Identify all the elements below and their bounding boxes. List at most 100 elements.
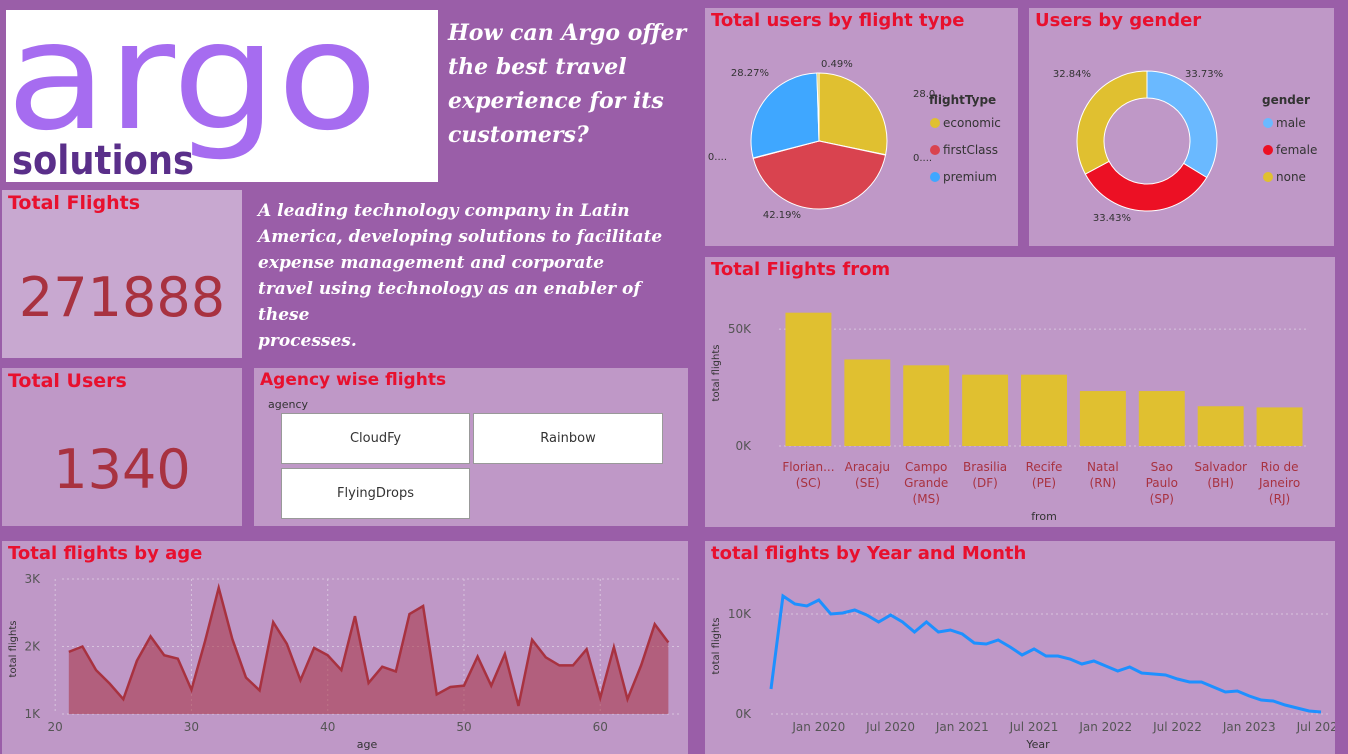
headline-question: How can Argo offer the best travel exper… [448,20,687,148]
x-tick-label: 40 [320,720,335,734]
agency-slicer-label: agency [268,398,309,411]
x-tick-label: Campo [905,460,947,474]
bar-7 [1197,406,1244,446]
legend-marker [1263,172,1273,182]
y-tick-label: 2K [24,640,41,654]
flights-by-age-area-chart: 1K 2K 3K 20 30 40 50 60 total flights age [8,572,682,751]
donut-slice-male [1146,70,1218,179]
x-tick-label: 20 [48,720,63,734]
legend-marker [930,145,940,155]
x-tick-label: Jul 2022 [1152,720,1202,734]
x-tick-label: Brasilia [963,460,1007,474]
x-tick-label: 50 [456,720,471,734]
x-tick-label: Recife [1026,460,1063,474]
x-tick-label: 60 [593,720,608,734]
x-tick-label: Jul 2020 [865,720,915,734]
flights-by-month-card: total flights by Year and Month 0K 10K Jan… [705,541,1335,754]
legend-marker [930,118,940,128]
donut-data-label: 33.73% [1185,69,1223,80]
x-tick-label: Jul 2021 [1009,720,1059,734]
flight-type-pie-chart: 28.0...0....42.19%0....28.27%0.49%flight… [708,59,1001,221]
gender-donut-card: Users by gender 33.73% 33.43% 32.84% gender… [1029,8,1334,246]
donut-slice-female [1084,160,1208,212]
x-tick-label: Aracaju [845,460,890,474]
legend-marker [1263,145,1273,155]
x-axis-label: Year [1025,738,1050,751]
legend-label: male [1276,116,1306,130]
series-line [769,593,1322,714]
y-tick-label: 0K [735,439,752,453]
pie-data-label: 0.... [708,152,727,163]
legend-marker [1263,118,1273,128]
legend-label: female [1276,143,1317,157]
x-tick-label: Salvador [1194,460,1247,474]
agency-slicer-card: Agency wise flights agency CloudFy Rainb… [254,368,688,526]
x-tick-label: Rio de [1261,460,1299,474]
total-users-card: Total Users 1340 [2,368,242,526]
donut-slice-none [1076,70,1148,175]
flights-by-age-card: Total flights by age 1K 2K 3K 20 30 40 50 60 tot… [2,541,688,754]
flights-from-bar-chart: 0K 50K total flights from Florian... (SC) Arac… [711,312,1309,523]
y-axis-label: total flights [8,621,19,678]
pie-data-label: 42.19% [763,210,801,221]
x-tick-label: (MS) [913,492,940,506]
x-tick-label: (PE) [1032,476,1056,490]
company-description: A leading technology company in Latin Am… [258,201,663,351]
x-tick-label: Florian... [782,460,834,474]
agency-option-rainbow[interactable]: Rainbow [473,413,663,464]
total-flights-card: Total Flights 271888 [2,190,242,358]
x-axis-label: age [357,738,378,751]
legend-marker [930,172,940,182]
flights-from-card: Total Flights from 0K 50K total flights fro… [705,257,1335,527]
bar-3 [962,374,1009,446]
bar-2 [903,365,950,446]
logo-text-solutions: solutions [12,138,194,182]
y-tick-label: 1K [24,707,41,721]
flight-type-pie-card: Total users by flight type 28.0... 0.... 4… [705,8,1018,246]
legend-label: premium [943,170,997,184]
y-tick-label: 50K [728,322,752,336]
total-users-value: 1340 [53,438,191,501]
legend-title: gender [1262,93,1310,107]
x-tick-label: Jan 2021 [935,720,989,734]
x-tick-label: Grande [904,476,948,490]
bar-0 [785,312,832,446]
bar-6 [1138,391,1185,446]
agency-option-cloudfy[interactable]: CloudFy [281,413,470,464]
x-tick-label: (RJ) [1269,492,1290,506]
area-fill [68,587,669,714]
donut-data-label: 32.84% [1053,69,1091,80]
bar-8 [1256,407,1303,446]
x-tick-label: Jan 2023 [1222,720,1276,734]
legend-label: none [1276,170,1306,184]
x-tick-label: (SC) [796,476,821,490]
agency-title: Agency wise flights [260,370,447,390]
flights-by-month-line-chart: 0K 10K Jan 2020 Jul 2020 Jan 2021 Jul 2021 Jan… [711,593,1335,751]
x-tick-label: 30 [184,720,199,734]
x-tick-label: Jan 2020 [791,720,845,734]
y-tick-label: 10K [728,607,752,621]
gender-donut-chart: 33.73% 33.43% 32.84% gender male female none [1053,69,1318,224]
y-axis-label: total flights [711,345,722,402]
donut-data-label: 33.43% [1093,213,1131,224]
x-axis-label: from [1031,510,1057,523]
total-flights-title: Total Flights [8,192,141,214]
legend-label: economic [943,116,1001,130]
agency-option-flyingdrops[interactable]: FlyingDrops [281,468,470,519]
x-tick-label: (SP) [1150,492,1174,506]
x-tick-label: Jan 2022 [1078,720,1132,734]
pie-data-label: 28.27% [731,68,769,79]
argo-logo-mark: argo solutions [6,0,378,184]
bar-1 [844,359,891,446]
x-tick-label: (SE) [855,476,880,490]
x-tick-label: (BH) [1207,476,1234,490]
y-axis-label: total flights [711,618,722,675]
argo-logo: argo solutions [6,0,438,184]
y-tick-label: 0K [735,707,752,721]
x-tick-label: Janeiro [1258,476,1300,490]
legend-label: firstClass [943,143,998,157]
x-tick-label: Paulo [1146,476,1178,490]
x-tick-label: Natal [1087,460,1119,474]
bar-4 [1021,374,1067,446]
x-tick-label: Jul 2023 [1296,720,1335,734]
